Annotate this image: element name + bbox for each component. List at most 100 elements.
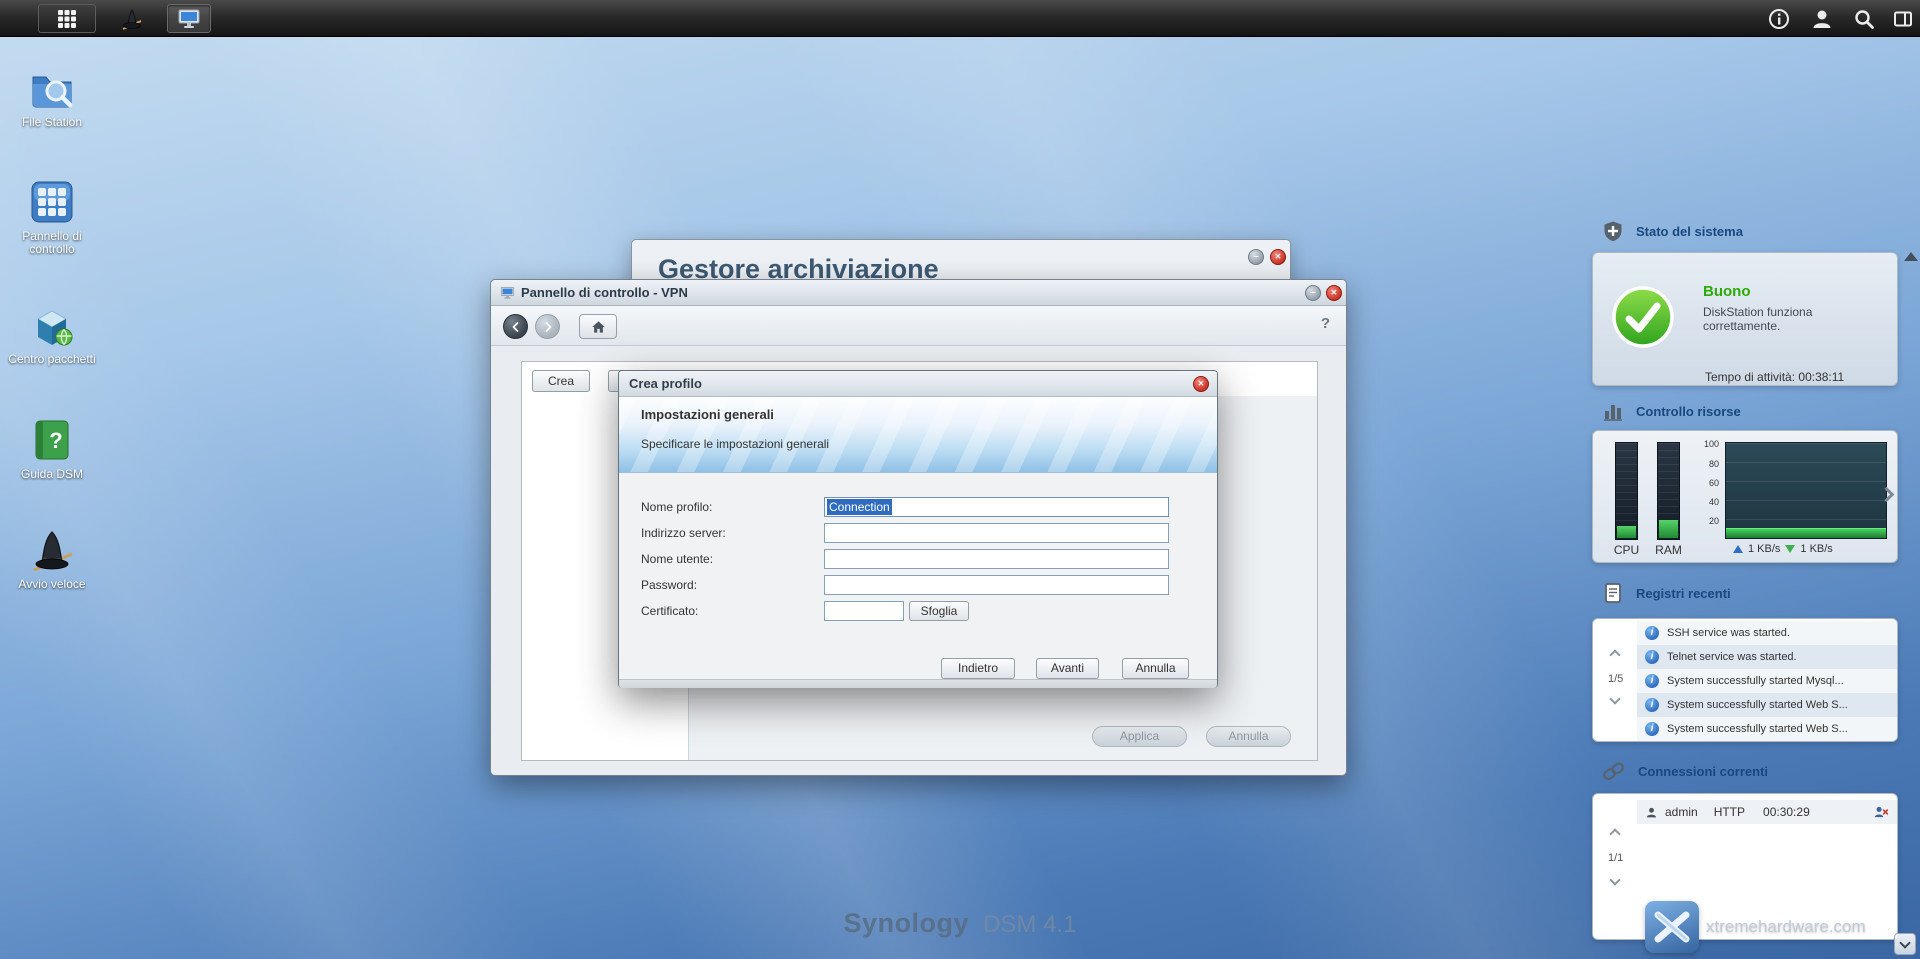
vpn-minimize-button[interactable] xyxy=(1305,285,1321,301)
certificate-input[interactable] xyxy=(824,601,904,621)
desktop-icon-quick-start[interactable]: Avvio veloce xyxy=(8,526,96,591)
upload-rate: 1 KB/s xyxy=(1748,543,1781,555)
password-input[interactable] xyxy=(824,575,1169,595)
desktop: File Station Pannello di controllo Centr… xyxy=(0,0,1920,959)
selected-text: Connection xyxy=(827,499,892,515)
connection-protocol: HTTP xyxy=(1713,805,1746,819)
pilot-view-icon xyxy=(1894,11,1912,27)
log-entry[interactable]: System successfully started Mysql... xyxy=(1637,669,1897,693)
cpu-label: CPU xyxy=(1613,543,1640,557)
certificate-label: Certificato: xyxy=(641,604,699,618)
connection-row[interactable]: admin HTTP 00:30:29 xyxy=(1637,800,1897,824)
xtremehardware-watermark: xtremehardware.com xyxy=(1706,917,1866,936)
log-entry[interactable]: Telnet service was started. xyxy=(1637,645,1897,669)
dialog-titlebar[interactable]: Crea profilo xyxy=(619,371,1217,397)
uptime-value: 00:38:11 xyxy=(1798,370,1845,384)
download-arrow-icon xyxy=(1785,545,1796,553)
minimize-button[interactable] xyxy=(1248,249,1264,265)
info-circle-icon xyxy=(1645,722,1659,736)
search-icon xyxy=(1855,10,1874,29)
info-icon xyxy=(1769,9,1789,29)
connection-user: admin xyxy=(1665,805,1698,819)
connections-page-down-icon[interactable] xyxy=(1609,874,1621,886)
connection-user-icon xyxy=(1646,807,1657,817)
recent-logs-card: 1/5 SSH service was started. Telnet serv… xyxy=(1592,618,1898,742)
scale-60: 60 xyxy=(1708,478,1719,488)
desktop-icon-file-station[interactable]: File Station xyxy=(8,64,96,129)
back-step-button[interactable]: Indietro xyxy=(941,658,1015,679)
profile-name-label: Nome profilo: xyxy=(641,500,713,514)
close-button[interactable] xyxy=(1270,249,1286,265)
ram-gauge xyxy=(1657,442,1680,540)
dialog-title: Crea profilo xyxy=(629,376,702,391)
server-address-label: Indirizzo server: xyxy=(641,526,726,540)
recent-logs-header: Registri recenti xyxy=(1602,582,1731,604)
username-label: Nome utente: xyxy=(641,552,714,566)
quick-start-hat-icon xyxy=(33,531,73,572)
taskbar-quick-start-button[interactable] xyxy=(110,4,154,33)
apply-button-disabled[interactable]: Applica xyxy=(1092,726,1187,747)
disconnect-icon[interactable] xyxy=(1873,805,1889,819)
taskbar-search-button[interactable] xyxy=(1853,7,1875,31)
desktop-icon-label: Pannello di controllo xyxy=(22,229,82,256)
vpn-help-button[interactable]: ? xyxy=(1321,315,1330,332)
browse-button[interactable]: Sfoglia xyxy=(909,601,969,621)
scale-40: 40 xyxy=(1708,497,1719,507)
desktop-icon-label: Guida DSM xyxy=(20,467,84,481)
main-menu-button[interactable] xyxy=(38,4,96,33)
upload-arrow-icon xyxy=(1733,545,1743,553)
status-description: DiskStation funziona correttamente. xyxy=(1703,305,1813,333)
network-rates: 1 KB/s 1 KB/s xyxy=(1733,543,1833,555)
desktop-icon-dsm-help[interactable]: ? Guida DSM xyxy=(8,416,96,481)
taskbar-pilot-view-button[interactable] xyxy=(1893,7,1913,31)
home-icon xyxy=(591,320,605,333)
taskbar-user-button[interactable] xyxy=(1810,7,1834,31)
create-button[interactable]: Crea xyxy=(532,370,590,392)
uptime-label: Tempo di attività: xyxy=(1705,370,1796,384)
resource-monitor-title: Controllo risorse xyxy=(1636,403,1741,419)
connections-page-up-icon[interactable] xyxy=(1609,828,1621,840)
log-entry[interactable]: SSH service was started. xyxy=(1637,621,1897,645)
next-step-button[interactable]: Avanti xyxy=(1036,658,1099,679)
widgets-scroll-up[interactable] xyxy=(1904,252,1918,261)
taskbar-help-button[interactable] xyxy=(1768,7,1790,31)
connection-time: 00:30:29 xyxy=(1763,805,1810,819)
bar-chart-icon xyxy=(1604,405,1622,421)
info-circle-icon xyxy=(1645,674,1659,688)
logs-page-up-icon[interactable] xyxy=(1609,649,1621,661)
desktop-icon-control-panel[interactable]: Pannello di controllo xyxy=(8,178,96,256)
taskbar-control-panel-button[interactable] xyxy=(167,4,211,33)
forward-button[interactable] xyxy=(535,314,560,339)
connections-title: Connessioni correnti xyxy=(1638,763,1769,779)
main-menu-grid-icon xyxy=(58,9,76,28)
home-button[interactable] xyxy=(579,314,617,339)
dialog-cancel-button[interactable]: Annulla xyxy=(1122,658,1189,679)
vpn-window-titlebar[interactable]: Pannello di controllo - VPN xyxy=(491,280,1346,306)
info-circle-icon xyxy=(1645,650,1659,664)
taskbar xyxy=(0,0,1920,37)
system-status-card: Buono DiskStation funziona correttamente… xyxy=(1592,252,1898,386)
screen-icon xyxy=(178,9,200,28)
resource-monitor-card: CPU RAM 100 80 60 40 20 1 KB/s 1 KB/s xyxy=(1592,430,1898,563)
package-center-icon xyxy=(36,310,73,346)
dsm-help-icon: ? xyxy=(35,420,69,460)
vpn-close-button[interactable] xyxy=(1326,285,1342,301)
username-input[interactable] xyxy=(824,549,1169,569)
dialog-close-button[interactable] xyxy=(1193,376,1209,392)
system-status-title: Stato del sistema xyxy=(1636,223,1743,239)
vpn-window-title: Pannello di controllo - VPN xyxy=(521,285,688,300)
log-entry[interactable]: System successfully started Web S... xyxy=(1637,693,1897,717)
status-check-icon xyxy=(1612,286,1674,348)
logs-page-down-icon[interactable] xyxy=(1609,693,1621,705)
server-address-input[interactable] xyxy=(824,523,1169,543)
link-icon xyxy=(1603,762,1625,781)
desktop-icon-label: File Station xyxy=(21,115,83,129)
profile-name-input[interactable]: Connection xyxy=(824,497,1169,517)
cancel-button-disabled[interactable]: Annulla xyxy=(1206,726,1291,747)
password-label: Password: xyxy=(641,578,698,592)
back-button[interactable] xyxy=(503,314,528,339)
magic-hat-icon xyxy=(122,8,142,30)
log-entry[interactable]: System successfully started Web S... xyxy=(1637,717,1897,741)
desktop-icon-package-center[interactable]: Centro pacchetti xyxy=(8,301,96,366)
uptime-text: Tempo di attività: 00:38:11 xyxy=(1705,370,1844,384)
